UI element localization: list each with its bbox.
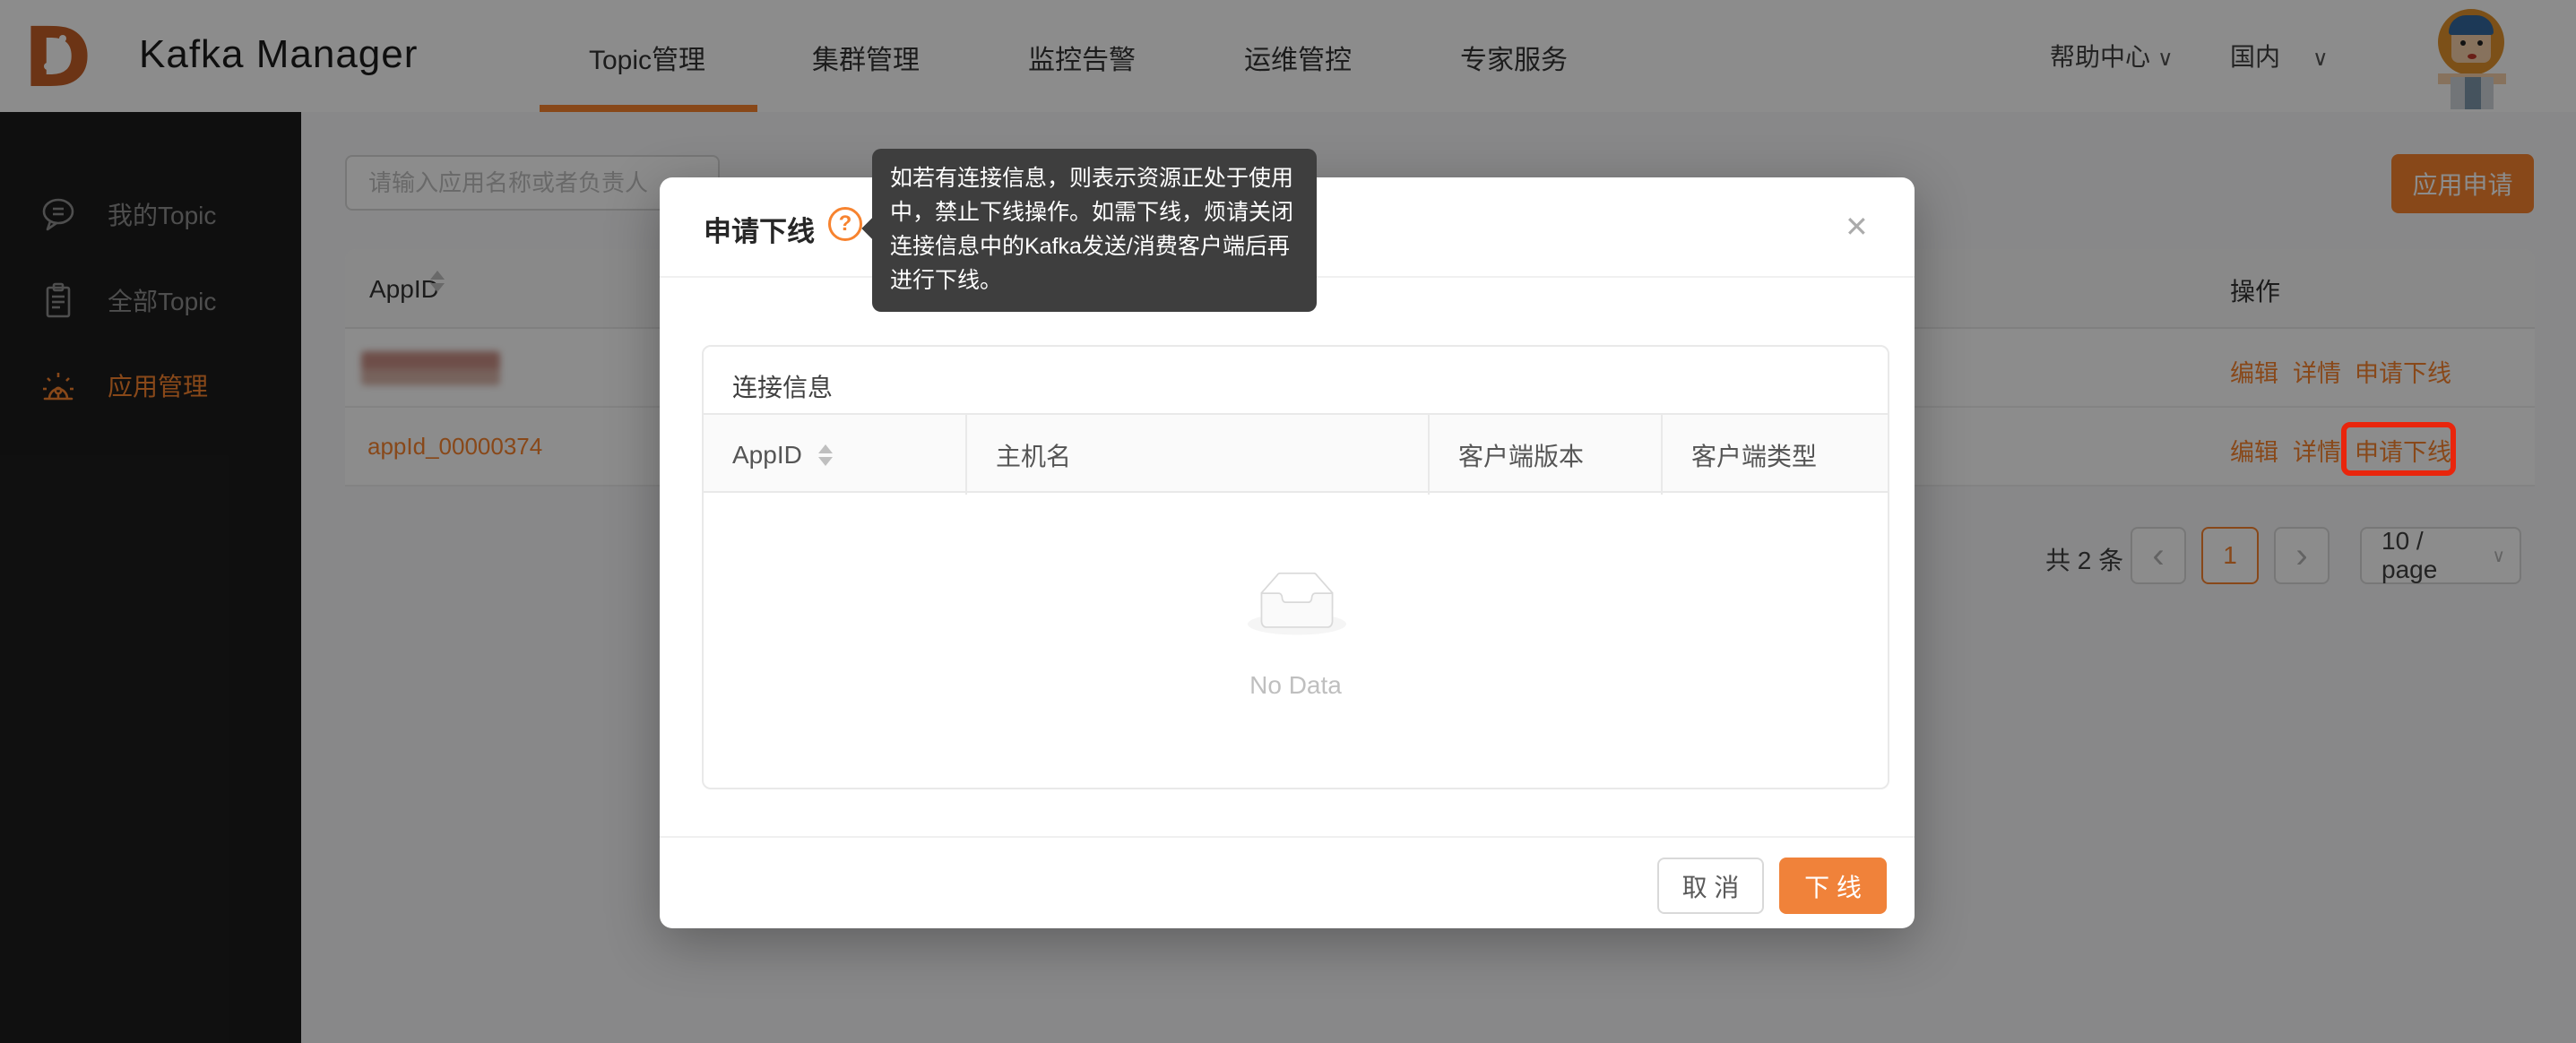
connection-info-panel: 连接信息 AppID 主机名 客户端版本 客户端类型 [702,345,1889,789]
col-header-hostname: 主机名 [965,415,1428,495]
modal-title: 申请下线 [704,209,815,249]
modal-table-header: AppID 主机名 客户端版本 客户端类型 [704,413,1888,493]
sort-carets-icon [818,444,833,466]
tooltip-line: 如若有连接信息，则表示资源正处于使用 [890,161,1299,195]
col-label: 客户端版本 [1458,437,1584,473]
tooltip-line: 中，禁止下线操作。如需下线，烦请关闭 [890,195,1299,229]
tooltip-line: 连接信息中的Kafka发送/消费客户端后再 [890,229,1299,263]
tooltip-line: 进行下线。 [890,263,1299,297]
col-label: 主机名 [996,437,1071,473]
empty-text: No Data [704,671,1888,700]
col-header-client-type: 客户端类型 [1661,415,1888,495]
col-label: AppID [732,441,802,470]
cancel-button[interactable]: 取 消 [1657,858,1764,914]
offline-help-tooltip: 如若有连接信息，则表示资源正处于使用 中，禁止下线操作。如需下线，烦请关闭 连接… [872,149,1317,312]
click-highlight-annotation [2341,422,2456,476]
col-header-appid[interactable]: AppID [704,415,965,495]
col-label: 客户端类型 [1691,437,1817,473]
modal-footer: 取 消 下 线 [660,836,1915,928]
kafka-manager-app: D Kafka Manager Topic管理 集群管理 监控告警 运维管控 专… [0,0,2576,1043]
close-icon[interactable]: ✕ [1845,210,1869,244]
panel-title: 连接信息 [732,368,833,404]
col-header-client-version: 客户端版本 [1428,415,1661,495]
empty-inbox-icon [1248,573,1346,637]
offline-confirm-button[interactable]: 下 线 [1779,858,1887,914]
question-circle-icon[interactable]: ? [828,207,862,241]
